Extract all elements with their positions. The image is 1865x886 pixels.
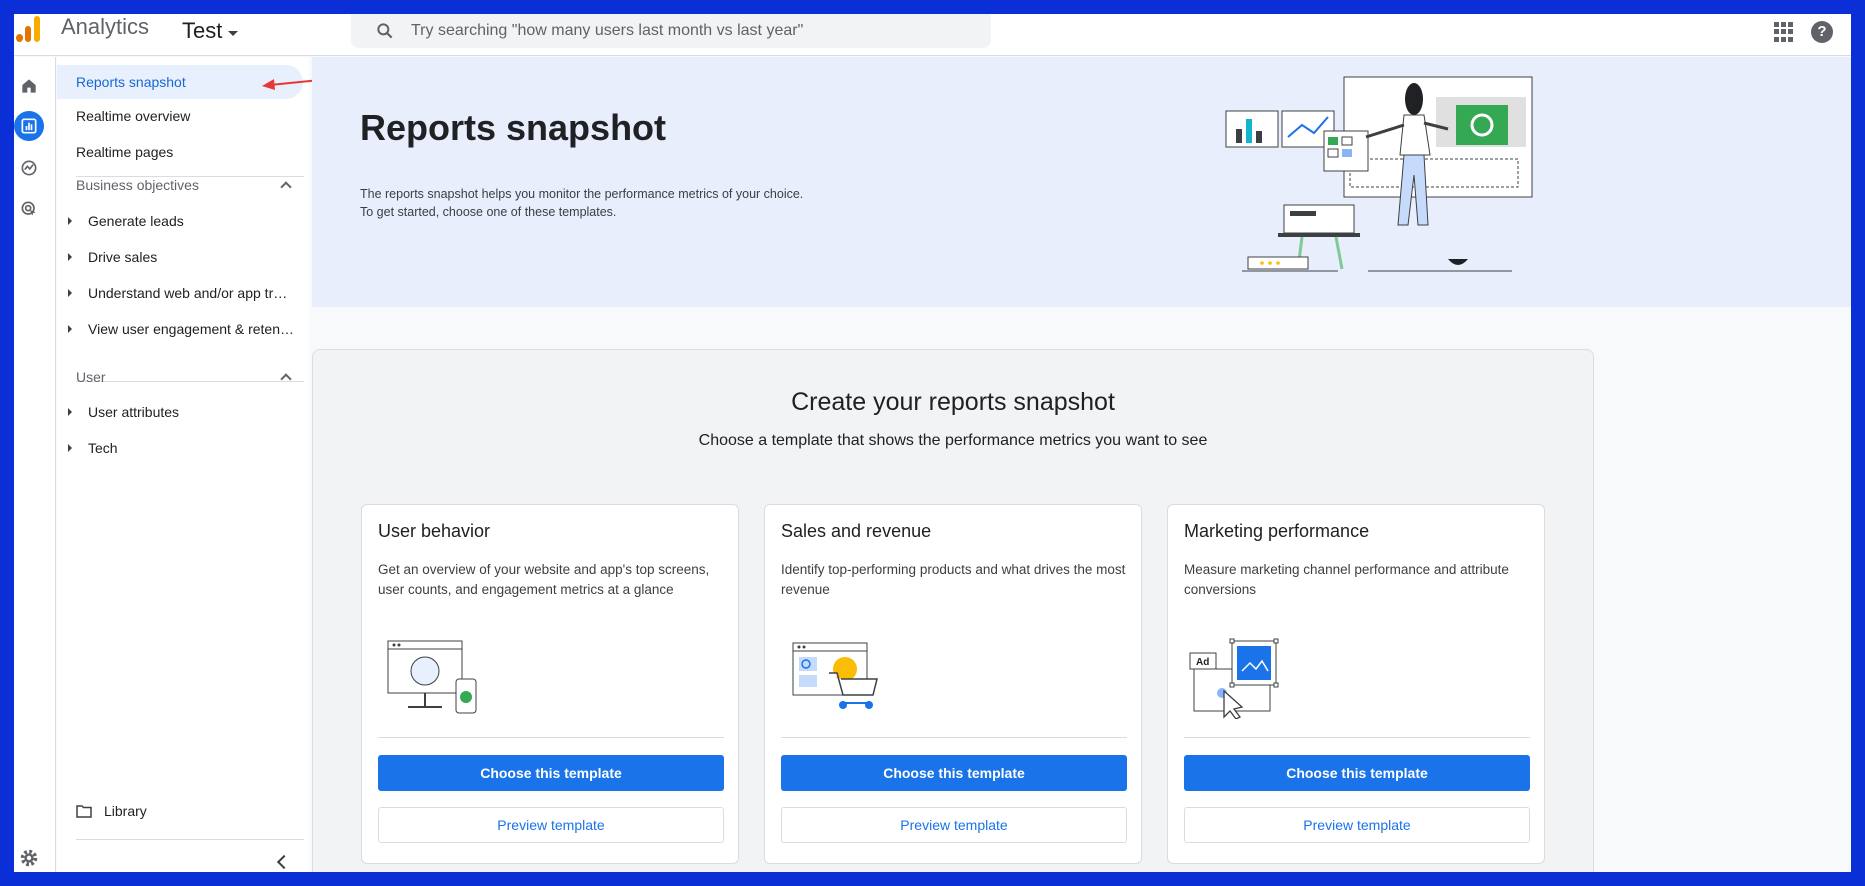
property-name: Test bbox=[182, 18, 223, 43]
search-icon bbox=[377, 23, 393, 39]
sidebar-item-drive-sales[interactable]: Drive sales bbox=[57, 242, 303, 272]
sidebar-item-user-engagement[interactable]: View user engagement & retention bbox=[57, 314, 303, 344]
search-bar[interactable] bbox=[351, 14, 991, 48]
preview-template-button[interactable]: Preview template bbox=[781, 807, 1127, 843]
sidebar-item-generate-leads[interactable]: Generate leads bbox=[57, 206, 303, 236]
section-user[interactable]: User bbox=[76, 362, 296, 392]
card-title: Sales and revenue bbox=[781, 521, 932, 541]
apps-grid-icon[interactable] bbox=[1774, 22, 1794, 42]
section-title: User bbox=[76, 369, 106, 385]
sidebar-item-user-attributes[interactable]: User attributes bbox=[57, 397, 303, 427]
reports-icon[interactable] bbox=[14, 111, 44, 141]
choose-template-button[interactable]: Choose this template bbox=[378, 755, 724, 791]
panel-subtitle: Choose a template that shows the perform… bbox=[698, 432, 1208, 449]
card-title: Marketing performance bbox=[1184, 521, 1370, 541]
card-description: Get an overview of your website and app'… bbox=[378, 562, 710, 597]
nav-rail bbox=[14, 57, 56, 872]
top-bar: Analytics Test ? bbox=[14, 14, 1851, 56]
card-title: User behavior bbox=[378, 521, 491, 541]
sidebar-item-realtime-overview[interactable]: Realtime overview bbox=[57, 99, 303, 133]
section-business-objectives[interactable]: Business objectives bbox=[76, 170, 296, 200]
card-description: Identify top-performing products and wha… bbox=[781, 562, 1126, 597]
help-icon[interactable]: ? bbox=[1811, 21, 1833, 43]
home-icon[interactable] bbox=[14, 71, 44, 101]
chevron-up-icon bbox=[280, 181, 292, 193]
user-behavior-illustration bbox=[387, 640, 477, 714]
templates-panel: Create your reports snapshot Choose a te… bbox=[312, 349, 1594, 872]
choose-template-button[interactable]: Choose this template bbox=[781, 755, 1127, 791]
app-name: Analytics bbox=[61, 14, 150, 39]
explore-icon[interactable] bbox=[14, 153, 44, 183]
page-title: Reports snapshot bbox=[360, 107, 667, 148]
sidebar-item-library[interactable]: Library bbox=[76, 803, 147, 819]
section-title: Business objectives bbox=[76, 177, 199, 193]
hero-illustration bbox=[1225, 76, 1533, 272]
triangle-right-icon bbox=[68, 217, 72, 225]
sidebar-item-understand-traffic[interactable]: Understand web and/or app traffic bbox=[57, 278, 303, 308]
sidebar: Reports snapshot Realtime overview Realt… bbox=[57, 57, 309, 872]
template-card-marketing-performance: Marketing performance Measure marketing … bbox=[1167, 504, 1545, 864]
card-description: Measure marketing channel performance an… bbox=[1184, 562, 1509, 597]
triangle-right-icon bbox=[68, 289, 72, 297]
preview-template-button[interactable]: Preview template bbox=[378, 807, 724, 843]
choose-template-button[interactable]: Choose this template bbox=[1184, 755, 1530, 791]
folder-icon bbox=[76, 805, 92, 818]
sidebar-item-realtime-pages[interactable]: Realtime pages bbox=[57, 135, 303, 169]
advertising-icon[interactable] bbox=[14, 194, 44, 224]
template-card-sales-revenue: Sales and revenue Identify top-performin… bbox=[764, 504, 1142, 864]
sidebar-item-tech[interactable]: Tech bbox=[57, 433, 303, 463]
library-label: Library bbox=[104, 803, 147, 819]
property-selector[interactable]: Test bbox=[182, 18, 239, 44]
triangle-right-icon bbox=[68, 408, 72, 416]
hero-banner: Reports snapshot The reports snapshot he… bbox=[312, 57, 1851, 307]
divider bbox=[781, 737, 1127, 738]
triangle-right-icon bbox=[68, 325, 72, 333]
caret-down-icon bbox=[228, 30, 239, 36]
triangle-right-icon bbox=[68, 444, 72, 452]
marketing-performance-illustration: Ad bbox=[1189, 638, 1279, 719]
preview-template-button[interactable]: Preview template bbox=[1184, 807, 1530, 843]
divider bbox=[76, 839, 304, 840]
template-card-user-behavior: User behavior Get an overview of your we… bbox=[361, 504, 739, 864]
chevron-up-icon bbox=[280, 373, 292, 385]
collapse-chevron-icon[interactable] bbox=[276, 854, 292, 870]
app-window: Analytics Test ? Reports snapshot bbox=[14, 14, 1851, 872]
triangle-right-icon bbox=[68, 253, 72, 261]
search-input[interactable] bbox=[411, 22, 971, 40]
panel-title: Create your reports snapshot bbox=[791, 388, 1115, 416]
sales-revenue-illustration bbox=[792, 642, 878, 709]
page-description: The reports snapshot helps you monitor t… bbox=[360, 187, 804, 219]
settings-gear-icon[interactable] bbox=[18, 847, 40, 869]
svg-text:Ad: Ad bbox=[1196, 657, 1209, 668]
divider bbox=[378, 737, 724, 738]
divider bbox=[1184, 737, 1530, 738]
analytics-logo-icon bbox=[16, 16, 40, 42]
